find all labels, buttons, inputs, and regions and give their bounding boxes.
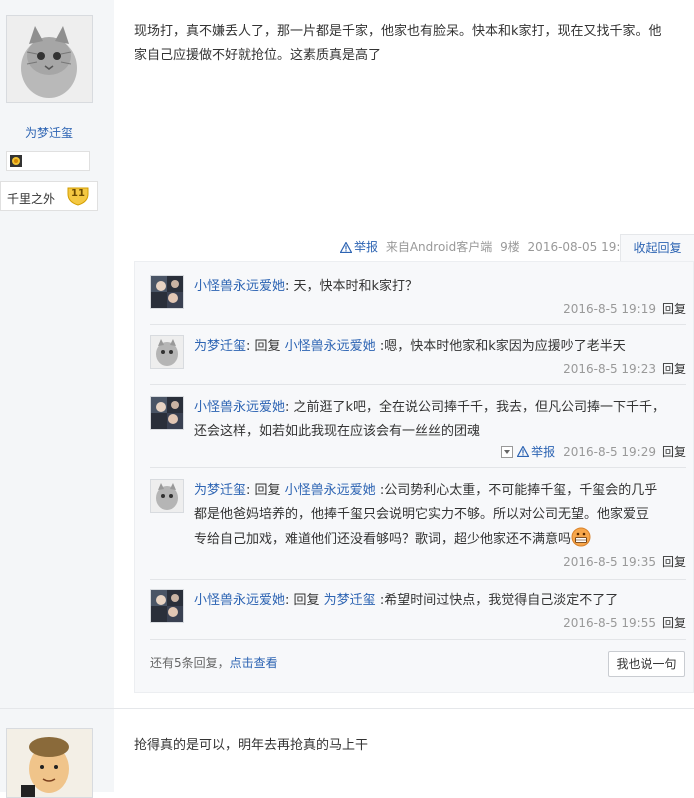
- reply-target-user[interactable]: 为梦迁玺: [324, 593, 376, 608]
- reply-meta: 2016-8-5 19:19 回复: [563, 300, 686, 318]
- reply-time: 2016-8-5 19:19: [563, 302, 656, 316]
- grimace-emoji-icon: [571, 527, 591, 547]
- warning-icon: [516, 445, 530, 458]
- view-more-link[interactable]: 点击查看: [230, 656, 278, 670]
- forum-level-number: 11: [71, 188, 85, 199]
- reply-text: 为梦迁玺: 回复 小怪兽永远爱她 :嗯，快本时他家和k家因为应援吵了老半天: [194, 339, 626, 354]
- reply-text: 小怪兽永远爱她: 回复 为梦迁玺 :希望时间过快点，我觉得自己淡定不了了: [194, 593, 619, 608]
- reply-meta: 2016-8-5 19:23 回复: [563, 360, 686, 378]
- author-column: [0, 0, 114, 792]
- reply-avatar[interactable]: [150, 335, 184, 369]
- author-avatar[interactable]: [6, 728, 93, 798]
- post-tail: 举报 来自Android客户端 9楼 2016-08-05 19:06: [340, 238, 636, 256]
- reply-item: 小怪兽永远爱她: 天，快本时和k家打？ 2016-8-5 19:19 回复: [150, 275, 686, 319]
- reply-target-user[interactable]: 小怪兽永远爱她: [285, 483, 376, 498]
- reply-time: 2016-8-5 19:23: [563, 362, 656, 376]
- reply-username[interactable]: 为梦迁玺: [194, 483, 246, 498]
- reply-item: 为梦迁玺: 回复 小怪兽永远爱她 :嗯，快本时他家和k家因为应援吵了老半天 20…: [150, 335, 686, 379]
- post-content-line: 抢得真的是可以，明年去再抢真的马上干: [134, 738, 369, 753]
- level-shield-icon: 11: [67, 186, 89, 206]
- reply-username[interactable]: 小怪兽永远爱她: [194, 400, 285, 415]
- forum-level-badge[interactable]: 千里之外 11: [0, 181, 98, 211]
- say-something-button[interactable]: 我也说一句: [608, 651, 685, 677]
- warning-icon: [340, 242, 352, 253]
- post-divider: [0, 708, 694, 709]
- reply-divider: [150, 467, 686, 468]
- dropdown-icon[interactable]: [501, 446, 514, 458]
- author-avatar[interactable]: [6, 15, 93, 103]
- post-content-line: 家自己应援做不好就抢位。这素质真是高了: [134, 48, 382, 63]
- reply-username[interactable]: 小怪兽永远爱她: [194, 593, 285, 608]
- reply-divider: [150, 639, 686, 640]
- reply-avatar[interactable]: [150, 275, 184, 309]
- reply-button[interactable]: 回复: [662, 362, 686, 376]
- reply-target-user[interactable]: 小怪兽永远爱她: [285, 339, 376, 354]
- reply-divider: [150, 384, 686, 385]
- reply-button[interactable]: 回复: [662, 445, 686, 459]
- reply-item: 为梦迁玺: 回复 小怪兽永远爱她 :公司势利心太重，不可能捧千玺，千玺会的几乎都…: [150, 479, 686, 571]
- reply-content: 天，快本时和k家打？: [293, 279, 419, 294]
- reply-meta: 2016-8-5 19:35 回复: [563, 553, 686, 571]
- reply-divider: [150, 324, 686, 325]
- collapse-replies-link[interactable]: 收起回复: [620, 234, 694, 262]
- report-label: 举报: [354, 240, 379, 254]
- reply-item: 小怪兽永远爱她: 回复 为梦迁玺 :希望时间过快点，我觉得自己淡定不了了 201…: [150, 589, 686, 633]
- post-content-line: 现场打，真不嫌丢人了，那一片都是千家，他家也有脸呆。快本和k家打，现在又找千家。…: [134, 24, 662, 39]
- reply-avatar[interactable]: [150, 479, 184, 513]
- reply-meta: 2016-8-5 19:55 回复: [563, 614, 686, 632]
- report-link[interactable]: 举报: [516, 445, 555, 459]
- reply-button[interactable]: 回复: [662, 555, 686, 569]
- reply-avatar[interactable]: [150, 396, 184, 430]
- reply-time: 2016-8-5 19:55: [563, 616, 656, 630]
- reply-button[interactable]: 回复: [662, 616, 686, 630]
- reply-username[interactable]: 小怪兽永远爱她: [194, 279, 285, 294]
- reply-text: 为梦迁玺: 回复 小怪兽永远爱她 :公司势利心太重，不可能捧千玺，千玺会的几乎都…: [194, 483, 658, 547]
- reply-divider: [150, 579, 686, 580]
- reply-avatar[interactable]: [150, 589, 184, 623]
- report-link[interactable]: 举报: [340, 240, 378, 254]
- reply-username[interactable]: 为梦迁玺: [194, 339, 246, 354]
- forum-badge-name: 千里之外: [7, 192, 56, 206]
- reply-text: 小怪兽永远爱她: 之前逛了k吧，全在说公司捧千千，我去，但凡公司捧一下千千， 还会…: [194, 400, 666, 439]
- reply-meta: 举报 2016-8-5 19:29 回复: [501, 443, 686, 461]
- reply-time: 2016-8-5 19:29: [563, 445, 656, 459]
- author-name[interactable]: 为梦迁玺: [0, 124, 98, 141]
- floor-number: 9楼: [500, 240, 520, 254]
- medal-icon[interactable]: [10, 155, 22, 167]
- reply-button[interactable]: 回复: [662, 302, 686, 316]
- client-source: 来自Android客户端: [385, 240, 493, 254]
- more-replies: 还有5条回复，点击查看: [150, 656, 278, 670]
- reply-time: 2016-8-5 19:35: [563, 555, 656, 569]
- reply-item: 小怪兽永远爱她: 之前逛了k吧，全在说公司捧千千，我去，但凡公司捧一下千千， 还会…: [150, 396, 686, 462]
- medal-bar: [6, 151, 90, 171]
- reply-text: 小怪兽永远爱她: 天，快本时和k家打？: [194, 279, 419, 294]
